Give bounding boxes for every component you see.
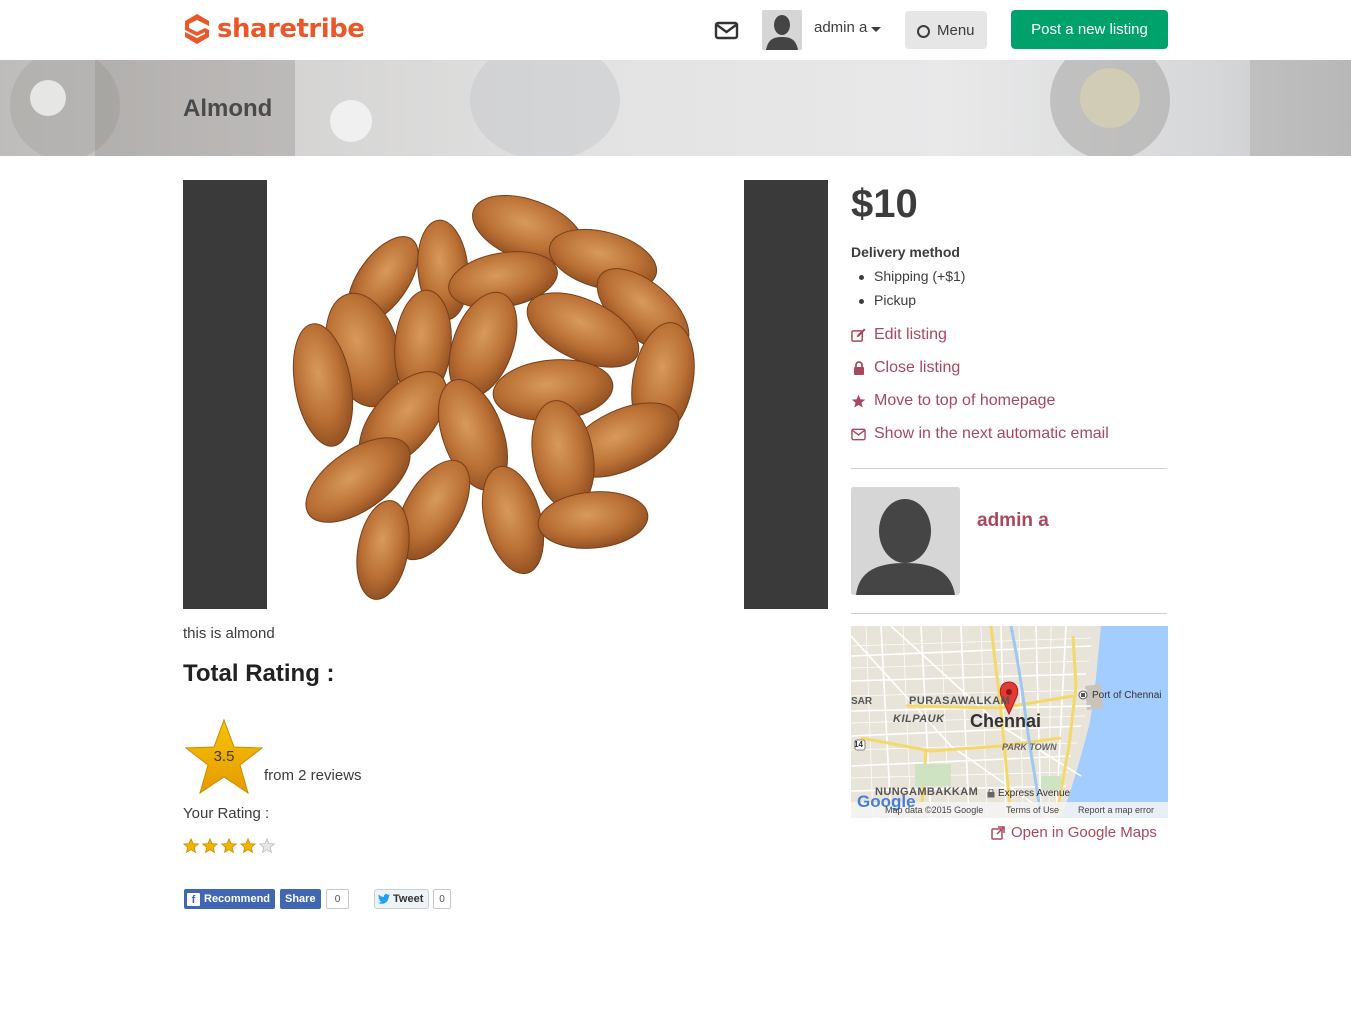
map-data-attribution: Map data ©2015 Google <box>885 805 984 815</box>
menu-button[interactable]: Menu <box>905 11 987 49</box>
edit-icon <box>851 327 866 343</box>
map-label-road-14: 14 <box>854 740 863 749</box>
rating-star-icon[interactable] <box>183 838 199 854</box>
divider <box>851 613 1167 614</box>
total-rating-heading: Total Rating : <box>183 660 335 687</box>
rating-star-icon[interactable] <box>240 838 256 854</box>
twitter-bird-icon <box>378 894 390 904</box>
tweet-count: 0 <box>433 889 451 909</box>
delivery-options: Shipping (+$1) Pickup <box>859 268 965 316</box>
rating-star-icon[interactable] <box>202 838 218 854</box>
almond-photo <box>267 180 744 609</box>
open-in-google-maps-label: Open in Google Maps <box>1011 824 1157 841</box>
map-label-purasawalkam: PURASAWALKAM <box>909 695 1011 707</box>
star-icon <box>851 394 866 409</box>
logo-text: sharetribe <box>217 14 365 44</box>
external-link-icon <box>991 825 1005 840</box>
post-new-listing-button[interactable]: Post a new listing <box>1011 10 1168 49</box>
show-in-email-link[interactable]: Show in the next automatic email <box>851 425 1109 443</box>
show-in-email-label: Show in the next automatic email <box>874 425 1109 442</box>
caret-down-icon <box>871 26 882 32</box>
edit-listing-link[interactable]: Edit listing <box>851 326 947 344</box>
map-label-port: Port of Chennai <box>1092 690 1162 701</box>
envelope-icon <box>851 427 866 442</box>
edit-listing-label: Edit listing <box>874 326 947 343</box>
map-label-chennai: Chennai <box>970 711 1042 731</box>
envelope-icon <box>714 21 739 40</box>
delivery-method-label: Delivery method <box>851 244 960 260</box>
menu-circle-icon <box>917 25 930 38</box>
rating-star-icon[interactable] <box>259 838 275 854</box>
listing-price: $10 <box>851 182 918 226</box>
page-title: Almond <box>183 95 273 122</box>
user-menu-toggle[interactable]: admin a <box>814 19 882 36</box>
divider <box>851 468 1167 469</box>
logo[interactable]: sharetribe <box>183 13 365 45</box>
your-rating-stars[interactable] <box>183 838 275 854</box>
facebook-count: 0 <box>326 889 349 909</box>
move-to-top-link[interactable]: Move to top of homepage <box>851 392 1055 410</box>
menu-label: Menu <box>937 21 975 39</box>
map-label-park-town: PARK TOWN <box>1002 742 1057 752</box>
person-silhouette-icon <box>851 487 960 595</box>
close-listing-label: Close listing <box>874 359 961 376</box>
lock-icon <box>851 361 866 376</box>
shopping-bag-icon <box>987 789 995 798</box>
facebook-recommend-button[interactable]: f Recommend <box>184 889 276 909</box>
listing-description: this is almond <box>183 625 275 642</box>
express-avenue-text: Express Avenue <box>998 788 1071 799</box>
move-to-top-label: Move to top of homepage <box>874 392 1056 409</box>
map-terms-link[interactable]: Terms of Use <box>1006 805 1059 815</box>
author-name-link[interactable]: admin a <box>977 510 1049 532</box>
map-label-sar: SAR <box>851 696 873 707</box>
location-map[interactable]: PURASAWALKAM KILPAUK Chennai PARK TOWN P… <box>851 626 1168 818</box>
your-rating-label: Your Rating : <box>183 805 270 822</box>
top-bar: sharetribe admin a Menu Post a new listi… <box>0 0 1351 60</box>
recommend-label: Recommend <box>204 893 271 905</box>
user-avatar[interactable] <box>762 10 802 50</box>
facebook-share-button[interactable]: Share <box>280 889 321 909</box>
sharetribe-logo-icon <box>185 14 209 44</box>
map-label-kilpauk: KILPAUK <box>893 713 945 725</box>
tweet-button[interactable]: Tweet <box>374 889 430 909</box>
close-listing-link[interactable]: Close listing <box>851 359 960 377</box>
map-label-express-avenue: Express Avenue <box>987 788 1070 799</box>
delivery-option: Pickup <box>859 292 965 316</box>
open-in-google-maps-link[interactable]: Open in Google Maps <box>991 824 1157 841</box>
user-name-label: admin a <box>814 19 868 36</box>
delivery-option: Shipping (+$1) <box>859 268 965 292</box>
listing-image-carousel[interactable] <box>183 180 828 609</box>
average-rating-score: 3.5 <box>213 748 235 765</box>
inbox-button[interactable] <box>714 20 740 42</box>
rating-star-icon[interactable] <box>221 838 237 854</box>
author-avatar[interactable] <box>851 487 960 595</box>
reviews-count: from 2 reviews <box>264 767 362 784</box>
tweet-label: Tweet <box>393 893 424 905</box>
person-silhouette-icon <box>762 10 802 50</box>
facebook-icon: f <box>187 892 200 906</box>
map-report-error-link[interactable]: Report a map error <box>1078 805 1154 815</box>
